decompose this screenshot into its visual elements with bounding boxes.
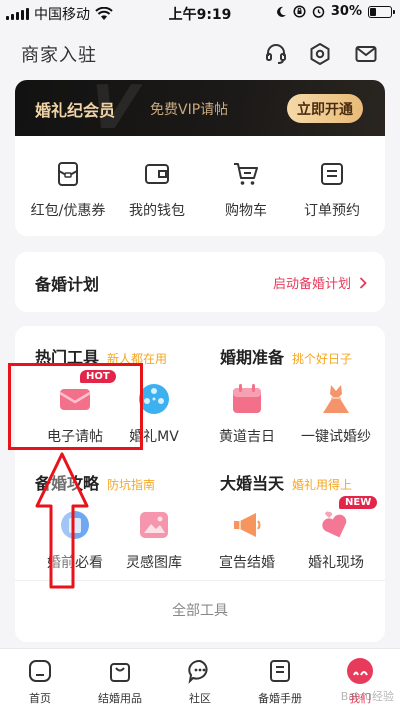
tool-label: 宣告结婚: [219, 555, 275, 571]
all-tools-link[interactable]: 全部工具: [15, 600, 385, 620]
tab-label: 社区: [189, 692, 211, 705]
coupon-icon: [54, 160, 82, 188]
highlight-box: [8, 363, 143, 450]
vip-subtitle: 免费VIP请帖: [150, 102, 229, 118]
section-tag: 挑个好日子: [292, 352, 353, 366]
quick-link-cart[interactable]: 购物车: [196, 160, 296, 220]
vip-open-button[interactable]: 立即开通: [287, 94, 363, 123]
quick-links-card: 红包/优惠券 我的钱包 购物车 订单预约: [15, 136, 385, 236]
couple-avatar-icon: [346, 657, 374, 685]
megaphone-icon: [230, 508, 264, 542]
hearts-icon: NEW: [319, 496, 378, 542]
plan-title: 备婚计划: [35, 275, 100, 294]
alarm-icon: [312, 6, 325, 18]
start-plan-label: 启动备婚计划: [272, 277, 351, 292]
section-date-prep: 婚期准备 挑个好日子: [220, 344, 352, 368]
chevron-right-icon: [359, 276, 367, 289]
watermark: Baidu经验: [340, 690, 394, 703]
quick-link-label: 我的钱包: [129, 203, 185, 219]
quick-link-coupon[interactable]: 红包/优惠券: [18, 160, 118, 220]
moon-icon: [276, 6, 286, 17]
tab-label: 结婚用品: [98, 692, 142, 705]
tool-label: 一键试婚纱: [301, 429, 371, 445]
tool-label: 黄道吉日: [219, 429, 275, 445]
tab-label: 首页: [29, 692, 51, 705]
tool-lucky-days[interactable]: 黄道吉日: [201, 382, 293, 446]
merchant-entry-link[interactable]: 商家入驻: [21, 41, 97, 67]
section-tag: 婚礼用得上: [292, 478, 353, 492]
tool-wedding-scene[interactable]: NEW 婚礼现场: [290, 496, 382, 572]
quick-link-label: 红包/优惠券: [30, 203, 106, 219]
gear-icon[interactable]: [306, 40, 334, 68]
wedding-plan-card[interactable]: 备婚计划 启动备婚计划: [15, 252, 385, 312]
tab-community[interactable]: 社区: [160, 657, 240, 706]
rotation-lock-icon: [293, 5, 306, 18]
shopping-bag-icon: [106, 657, 134, 685]
wedding-dress-icon: [319, 382, 353, 416]
section-title: 婚期准备: [220, 348, 285, 367]
order-icon: [318, 160, 346, 188]
headset-icon[interactable]: [262, 40, 290, 68]
tab-label: 备婚手册: [258, 692, 302, 705]
chat-icon: [186, 657, 214, 685]
tool-try-dress[interactable]: 一键试婚纱: [290, 382, 382, 446]
battery-icon: [368, 5, 395, 18]
tool-label: 灵感图库: [126, 555, 182, 571]
quick-link-orders[interactable]: 订单预约: [282, 160, 382, 220]
tool-announce-wedding[interactable]: 宣告结婚: [201, 508, 293, 572]
bottom-tab-bar: 首页 结婚用品 社区 备婚手册 我们 Baidu经验: [0, 648, 400, 710]
up-arrow-icon: [35, 452, 89, 589]
calendar-icon: [230, 382, 264, 416]
home-icon: [26, 657, 54, 685]
tab-home[interactable]: 首页: [0, 657, 80, 706]
section-wedding-day: 大婚当天 婚礼用得上: [220, 470, 352, 494]
status-bar: 中国移动 上午9:19 30%: [0, 0, 400, 26]
quick-link-label: 订单预约: [304, 203, 360, 219]
section-tag: 防坑指南: [107, 478, 156, 492]
section-title: 大婚当天: [220, 474, 285, 493]
start-plan-link[interactable]: 启动备婚计划: [273, 273, 367, 292]
wallet-icon: [143, 160, 171, 188]
mail-icon[interactable]: [352, 40, 380, 68]
status-right: 30%: [275, 4, 395, 19]
quick-link-wallet[interactable]: 我的钱包: [107, 160, 207, 220]
tool-inspiration-gallery[interactable]: 灵感图库: [108, 508, 200, 572]
vip-title: 婚礼纪会员: [35, 101, 116, 120]
cart-icon: [232, 160, 260, 188]
image-icon: [137, 508, 171, 542]
top-header: 商家入驻: [0, 26, 400, 80]
tab-wedding-goods[interactable]: 结婚用品: [80, 657, 160, 706]
notebook-icon: [266, 657, 294, 685]
new-badge: NEW: [339, 496, 378, 509]
quick-link-label: 购物车: [225, 203, 267, 219]
tab-handbook[interactable]: 备婚手册: [240, 657, 320, 706]
tool-label: 婚礼现场: [308, 555, 364, 571]
battery-percent: 30%: [330, 4, 362, 19]
vip-banner[interactable]: V 婚礼纪会员 免费VIP请帖 立即开通: [15, 80, 385, 136]
battery-fill: [370, 7, 376, 16]
